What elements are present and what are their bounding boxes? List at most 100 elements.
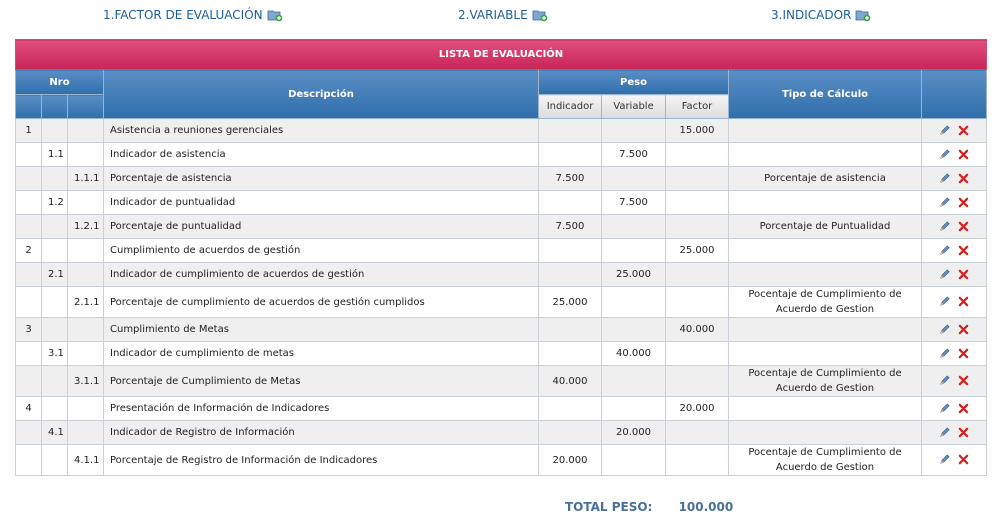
- peso-indicador-cell: 20.000: [538, 444, 602, 476]
- delete-x-icon[interactable]: [958, 173, 969, 184]
- pencil-icon[interactable]: [939, 454, 950, 465]
- pencil-icon[interactable]: [939, 197, 950, 208]
- row-actions: [920, 166, 988, 191]
- delete-x-icon[interactable]: [958, 427, 969, 438]
- nro-level1-cell: [15, 444, 42, 476]
- pencil-icon[interactable]: [939, 173, 950, 184]
- table-row: 3.1.1 Porcentaje de Cumplimiento de Metas…: [15, 365, 988, 397]
- delete-x-icon[interactable]: [958, 348, 969, 359]
- peso-indicador-cell: 25.000: [538, 286, 602, 318]
- nro-level1-cell: [15, 286, 42, 318]
- nav-factor-label[interactable]: 1.FACTOR DE EVALUACIÓN: [103, 8, 263, 22]
- peso-factor-cell: [665, 214, 729, 239]
- peso-variable-cell: 20.000: [601, 420, 666, 445]
- nav-variable-label[interactable]: 2.VARIABLE: [458, 8, 528, 22]
- nav-factor-link[interactable]: 1.FACTOR DE EVALUACIÓN: [103, 8, 283, 22]
- peso-factor-cell: [665, 166, 729, 191]
- nro-level2-cell: 4.1: [41, 420, 68, 445]
- peso-indicador-cell: 7.500: [538, 166, 602, 191]
- descripcion-cell: Porcentaje de puntualidad: [103, 214, 539, 239]
- nro-level3-cell: [67, 190, 104, 215]
- delete-x-icon[interactable]: [958, 221, 969, 232]
- delete-x-icon[interactable]: [958, 324, 969, 335]
- pencil-icon[interactable]: [939, 221, 950, 232]
- descripcion-cell: Cumplimiento de acuerdos de gestión: [103, 238, 539, 263]
- delete-x-icon[interactable]: [958, 403, 969, 414]
- nro-level1-cell: 4: [15, 396, 42, 421]
- delete-x-icon[interactable]: [958, 375, 969, 386]
- nro-level3-cell: [67, 142, 104, 167]
- pencil-icon[interactable]: [939, 375, 950, 386]
- delete-x-icon[interactable]: [958, 197, 969, 208]
- pencil-icon[interactable]: [939, 269, 950, 280]
- nro-level1-cell: [15, 214, 42, 239]
- nro-level2-cell: [41, 317, 68, 342]
- table-body: 1 Asistencia a reuniones gerenciales 15.00…: [15, 118, 988, 476]
- descripcion-cell: Indicador de Registro de Información: [103, 420, 539, 445]
- tipo-calculo-cell: Porcentaje de asistencia: [728, 166, 922, 191]
- nro-level1-cell: [15, 420, 42, 445]
- table-row: 2.1.1 Porcentaje de cumplimiento de acuer…: [15, 286, 988, 318]
- peso-variable-cell: [601, 166, 666, 191]
- peso-indicador-cell: [538, 420, 602, 445]
- add-folder-icon[interactable]: [855, 8, 871, 22]
- pencil-icon[interactable]: [939, 403, 950, 414]
- peso-factor-cell: [665, 341, 729, 366]
- descripcion-cell: Porcentaje de cumplimiento de acuerdos d…: [103, 286, 539, 318]
- header-factor: Factor: [665, 94, 729, 119]
- peso-indicador-cell: [538, 190, 602, 215]
- pencil-icon[interactable]: [939, 245, 950, 256]
- delete-x-icon[interactable]: [958, 245, 969, 256]
- peso-factor-cell: [665, 262, 729, 287]
- nro-level2-cell: [41, 214, 68, 239]
- delete-x-icon[interactable]: [958, 269, 969, 280]
- pencil-icon[interactable]: [939, 348, 950, 359]
- add-folder-icon[interactable]: [532, 8, 548, 22]
- nro-level1-cell: [15, 190, 42, 215]
- pencil-icon[interactable]: [939, 324, 950, 335]
- table-row: 4 Presentación de Información de Indicad…: [15, 396, 988, 421]
- header-tipo-calculo: Tipo de Cálculo: [728, 69, 922, 119]
- delete-x-icon[interactable]: [958, 454, 969, 465]
- table-row: 1.1 Indicador de asistencia 7.500: [15, 142, 988, 167]
- table-row: 4.1.1 Porcentaje de Registro de Informaci…: [15, 444, 988, 476]
- header-nro-level3: [67, 94, 104, 119]
- descripcion-cell: Indicador de cumplimiento de acuerdos de…: [103, 262, 539, 287]
- header-descripcion: Descripción: [103, 69, 539, 119]
- nav-variable-link[interactable]: 2.VARIABLE: [458, 8, 548, 22]
- peso-indicador-cell: [538, 396, 602, 421]
- nav-indicador-label[interactable]: 3.INDICADOR: [771, 8, 851, 22]
- delete-x-icon[interactable]: [958, 149, 969, 160]
- peso-indicador-cell: 7.500: [538, 214, 602, 239]
- peso-variable-cell: 40.000: [601, 341, 666, 366]
- peso-indicador-cell: [538, 238, 602, 263]
- nro-level2-cell: 1.2: [41, 190, 68, 215]
- total-peso: TOTAL PESO: 100.000: [565, 500, 733, 514]
- pencil-icon[interactable]: [939, 125, 950, 136]
- peso-factor-cell: 25.000: [665, 238, 729, 263]
- nav-indicador-link[interactable]: 3.INDICADOR: [771, 8, 871, 22]
- tipo-calculo-cell: [728, 317, 922, 342]
- pencil-icon[interactable]: [939, 427, 950, 438]
- row-actions: [920, 365, 988, 397]
- nro-level1-cell: 3: [15, 317, 42, 342]
- row-actions: [920, 444, 988, 476]
- peso-indicador-cell: [538, 341, 602, 366]
- table-row: 1.2.1 Porcentaje de puntualidad 7.500 Porce…: [15, 214, 988, 239]
- add-folder-icon[interactable]: [267, 8, 283, 22]
- table-row: 1.1.1 Porcentaje de asistencia 7.500 Porcen…: [15, 166, 988, 191]
- delete-x-icon[interactable]: [958, 296, 969, 307]
- nro-level2-cell: [41, 286, 68, 318]
- pencil-icon[interactable]: [939, 296, 950, 307]
- delete-x-icon[interactable]: [958, 125, 969, 136]
- nro-level1-cell: [15, 262, 42, 287]
- pencil-icon[interactable]: [939, 149, 950, 160]
- nro-level2-cell: 3.1: [41, 341, 68, 366]
- peso-factor-cell: 15.000: [665, 118, 729, 143]
- top-nav: 1.FACTOR DE EVALUACIÓN 2.VARIABLE 3.INDI…: [0, 8, 1000, 28]
- tipo-calculo-cell: Pocentaje de Cumplimiento de Acuerdo de …: [728, 365, 922, 397]
- nro-level3-cell: [67, 238, 104, 263]
- nro-level2-cell: [41, 238, 68, 263]
- nro-level2-cell: [41, 118, 68, 143]
- nro-level3-cell: [67, 317, 104, 342]
